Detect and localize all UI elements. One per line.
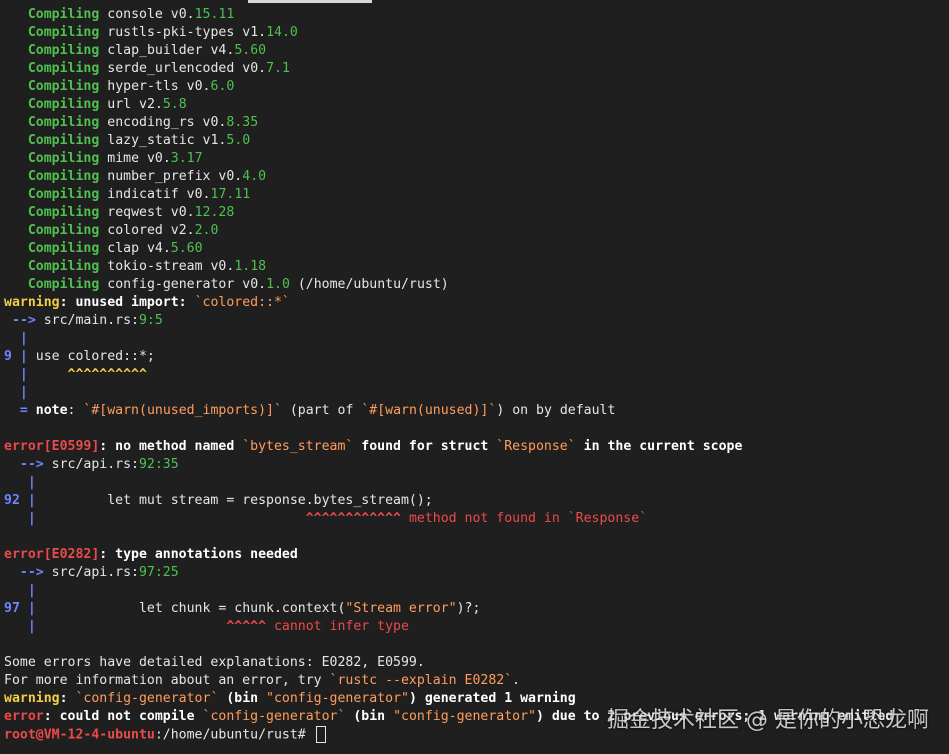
compile-line: Compiling mime v0.3.17 bbox=[27, 151, 203, 166]
compile-line: Compiling tokio-stream v0.1.18 bbox=[27, 259, 267, 274]
compile-line: Compiling clap v4.5.60 bbox=[27, 241, 203, 256]
compile-line: Compiling lazy_static v1.5.0 bbox=[27, 133, 251, 148]
warning-header: warning: unused import: `colored::*` bbox=[4, 295, 290, 310]
compile-line: Compiling clap_builder v4.5.60 bbox=[27, 43, 267, 58]
compile-log: Compiling console v0.15.11 Compiling rus… bbox=[4, 6, 949, 294]
source-line: 97 | let chunk = chunk.context("Stream e… bbox=[4, 601, 481, 616]
gutter-line: | bbox=[4, 331, 28, 346]
source-line: 92 | let mut stream = response.bytes_str… bbox=[4, 493, 433, 508]
error-header: error[E0282]: type annotations needed bbox=[4, 547, 298, 562]
terminal-cursor bbox=[315, 726, 326, 743]
compile-line: Compiling colored v2.2.0 bbox=[27, 223, 219, 238]
warning-location: --> src/main.rs:9:5 bbox=[4, 313, 163, 328]
source-line: 9 | use colored::*; bbox=[4, 349, 155, 364]
compile-line: Compiling hyper-tls v0.6.0 bbox=[27, 79, 235, 94]
compile-line: Compiling url v2.5.8 bbox=[27, 97, 187, 112]
compile-line: Compiling reqwest v0.12.28 bbox=[27, 205, 235, 220]
error-header: error[E0599]: no method named `bytes_str… bbox=[4, 439, 743, 454]
caret-line: | ^^^^^ cannot infer type bbox=[4, 619, 409, 634]
compile-line: Compiling config-generator v0.1.0 (/home… bbox=[27, 277, 449, 292]
error-location: --> src/api.rs:92:35 bbox=[4, 457, 179, 472]
error-location: --> src/api.rs:97:25 bbox=[4, 565, 179, 580]
terminal-output: Compiling console v0.15.11 Compiling rus… bbox=[4, 6, 949, 744]
summary-line: For more information about an error, try… bbox=[4, 673, 521, 688]
caret-line: | ^^^^^^^^^^ bbox=[4, 367, 147, 382]
gutter-line: | bbox=[4, 385, 28, 400]
note-line: = note: `#[warn(unused_imports)]` (part … bbox=[4, 403, 616, 418]
compile-line: Compiling serde_urlencoded v0.7.1 bbox=[27, 61, 290, 76]
summary-line: Some errors have detailed explanations: … bbox=[4, 655, 425, 670]
compile-line: Compiling console v0.15.11 bbox=[27, 7, 235, 22]
compile-line: Compiling encoding_rs v0.8.35 bbox=[27, 115, 259, 130]
watermark: 掘金技术社区 @ 是你的小恐龙啊 bbox=[607, 708, 929, 733]
gutter-line: | bbox=[4, 583, 36, 598]
caret-line: | ^^^^^^^^^^^^ method not found in `Resp… bbox=[4, 511, 648, 526]
compile-line: Compiling rustls-pki-types v1.14.0 bbox=[27, 25, 298, 40]
compile-line: Compiling indicatif v0.17.11 bbox=[27, 187, 251, 202]
active-tab-indicator bbox=[248, 0, 372, 3]
gutter-line: | bbox=[4, 475, 36, 490]
compile-line: Compiling number_prefix v0.4.0 bbox=[27, 169, 267, 184]
